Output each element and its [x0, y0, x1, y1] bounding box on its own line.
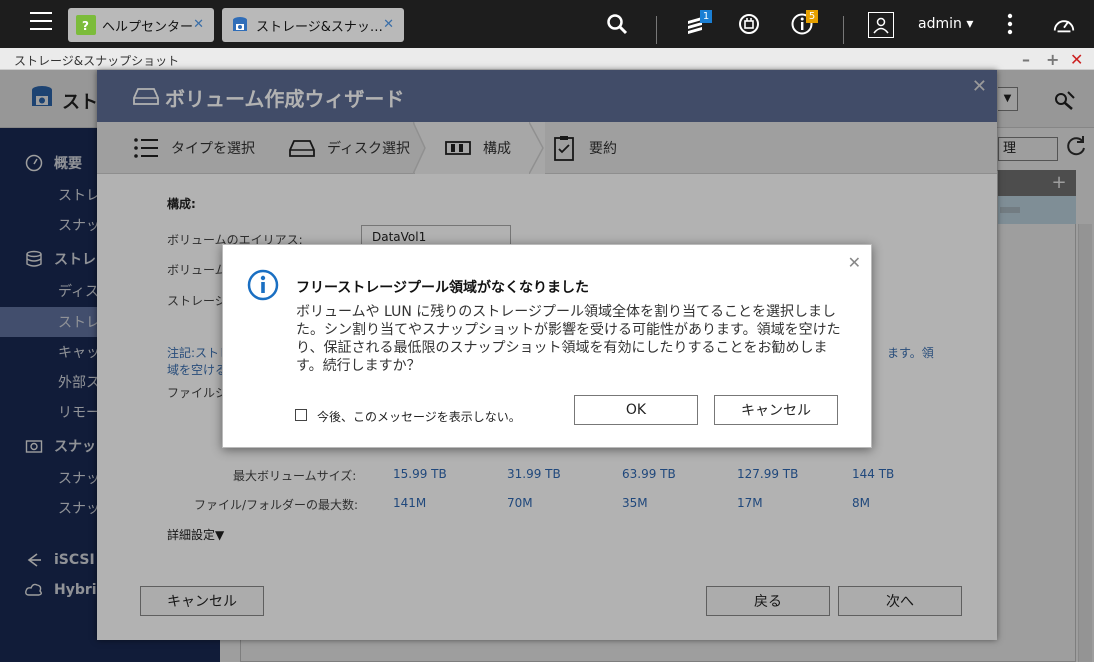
- max-files-value: 70M: [507, 496, 533, 510]
- step-disk-select: ディスク選択: [289, 122, 410, 174]
- filesystem-label: ファイルシ: [167, 386, 228, 400]
- drive-icon: [133, 86, 159, 106]
- external-device-icon[interactable]: [737, 12, 761, 36]
- window-titlebar: ストレージ&スナップショット – + ✕: [0, 48, 1094, 70]
- max-size-value: 127.99 TB: [737, 467, 799, 481]
- section-title: 構成:: [167, 197, 196, 211]
- advanced-settings-toggle[interactable]: 詳細設定▼: [167, 526, 224, 543]
- help-icon: ?: [76, 15, 96, 35]
- max-volume-size-label: 最大ボリュームサイズ:: [233, 469, 357, 483]
- max-size-value: 144 TB: [852, 467, 895, 481]
- wizard-header: ボリューム作成ウィザード ✕: [97, 70, 997, 122]
- tab-close-icon[interactable]: ✕: [383, 17, 394, 32]
- step-label: ディスク選択: [327, 141, 411, 157]
- alerts-count-badge: 5: [806, 10, 818, 23]
- dashboard-gauge-icon[interactable]: [1052, 12, 1076, 36]
- dont-show-again-label[interactable]: 今後、このメッセージを表示しない。: [317, 408, 521, 425]
- dialog-cancel-button[interactable]: キャンセル: [714, 395, 838, 425]
- max-files-value: 17M: [737, 496, 763, 510]
- ok-button[interactable]: OK: [574, 395, 698, 425]
- maximize-button[interactable]: +: [1046, 50, 1059, 69]
- step-separator-arrow: [529, 122, 544, 174]
- back-button[interactable]: 戻る: [706, 586, 830, 616]
- step-label: タイプを選択: [171, 141, 255, 157]
- max-files-label: ファイル/フォルダーの最大数:: [194, 498, 359, 512]
- tab-help-center[interactable]: ? ヘルプセンター ✕: [68, 8, 214, 42]
- separator: [843, 16, 844, 44]
- info-icon: [247, 269, 279, 301]
- dialog-message: ボリュームや LUN に残りのストレージプール領域全体を割り当てることを選択しま…: [296, 304, 841, 374]
- dialog-title: フリーストレージプール領域がなくなりました: [296, 280, 590, 296]
- tab-close-icon[interactable]: ✕: [193, 17, 204, 32]
- dialog-close-button[interactable]: ✕: [848, 253, 861, 272]
- minimize-button[interactable]: –: [1022, 50, 1030, 69]
- confirm-dialog: ✕ フリーストレージプール領域がなくなりました ボリュームや LUN に残りのス…: [222, 244, 872, 448]
- background-tasks-icon[interactable]: 1: [684, 10, 712, 36]
- wizard-steps: タイプを選択 ディスク選択 構成 要約: [97, 122, 997, 174]
- main-menu-icon[interactable]: [30, 12, 52, 34]
- max-size-value: 15.99 TB: [393, 467, 447, 481]
- taskbar: ? ヘルプセンター ✕ ストレージ&スナッ… ✕ 1 5 admin ▾: [0, 0, 1094, 48]
- wizard-cancel-button[interactable]: キャンセル: [140, 586, 264, 616]
- max-files-value: 141M: [393, 496, 427, 510]
- tab-storage-snapshot[interactable]: ストレージ&スナッ… ✕: [222, 8, 404, 42]
- note-text-continued: ます。領: [887, 346, 934, 360]
- search-icon[interactable]: [605, 12, 629, 36]
- window-title: ストレージ&スナップショット: [14, 54, 180, 68]
- volume-label: ボリューム: [167, 263, 227, 277]
- user-avatar-icon[interactable]: [868, 12, 894, 38]
- storage-snapshot-icon: [230, 15, 250, 35]
- svg-text:?: ?: [82, 19, 89, 32]
- max-size-value: 31.99 TB: [507, 467, 561, 481]
- step-label: 構成: [483, 141, 511, 157]
- more-options-icon[interactable]: [998, 12, 1022, 36]
- tab-label: ヘルプセンター: [102, 19, 194, 35]
- wizard-close-button[interactable]: ✕: [972, 76, 987, 97]
- dont-show-again-checkbox[interactable]: [295, 409, 307, 421]
- disk-icon: [289, 135, 315, 161]
- list-icon: [133, 135, 159, 161]
- user-menu[interactable]: admin ▾: [918, 16, 973, 32]
- step-configure: 構成: [445, 122, 511, 174]
- wizard-title: ボリューム作成ウィザード: [165, 87, 405, 111]
- clipboard-icon: [551, 135, 577, 161]
- max-size-value: 63.99 TB: [622, 467, 676, 481]
- window-close-button[interactable]: ✕: [1070, 50, 1083, 69]
- next-button[interactable]: 次へ: [838, 586, 962, 616]
- step-summary: 要約: [551, 122, 617, 174]
- max-files-value: 8M: [852, 496, 870, 510]
- separator: [656, 16, 657, 44]
- tab-label: ストレージ&スナッ…: [256, 19, 383, 35]
- configure-icon: [445, 135, 471, 161]
- step-select-type: タイプを選択: [133, 122, 255, 174]
- step-separator-arrow: [413, 122, 426, 174]
- storage-label: ストレージ: [167, 294, 227, 308]
- note-line-2: 域を空ける: [167, 363, 228, 377]
- event-notification-icon[interactable]: 5: [790, 10, 818, 36]
- tasks-count-badge: 1: [700, 10, 712, 23]
- step-label: 要約: [589, 141, 617, 157]
- max-files-value: 35M: [622, 496, 648, 510]
